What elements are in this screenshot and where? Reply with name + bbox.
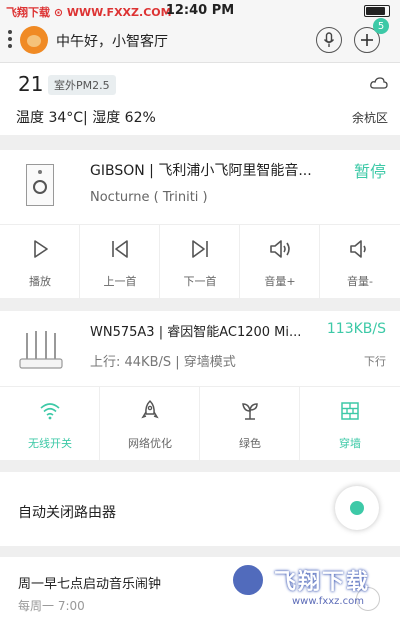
status-bar: 飞翔下载 ⊙ WWW.FXXZ.COM 12:40 PM: [0, 0, 400, 20]
watermark-url: www.fxxz.com: [292, 596, 364, 607]
volume-down-button[interactable]: 音量-: [320, 225, 400, 299]
auto-close-toggle[interactable]: [335, 486, 379, 530]
watermark-text: 飞翔下载: [274, 570, 371, 595]
auto-close-label: 自动关闭路由器: [18, 505, 116, 521]
cloud-icon: [370, 77, 388, 89]
router-download-label: 下行: [364, 355, 386, 368]
speaker-name[interactable]: GIBSON | 飞利浦小飞阿里智能音...: [90, 160, 320, 180]
volume-down-label: 音量-: [347, 275, 373, 288]
greeting-text: 中午好，小智客厅: [56, 34, 168, 50]
wall-icon: [341, 402, 359, 420]
sprout-icon: [242, 403, 258, 420]
wifi-icon: [40, 403, 60, 420]
pm-value: 21: [18, 72, 44, 96]
header: 中午好，小智客厅 5: [0, 18, 400, 63]
battery-icon: [364, 5, 390, 17]
wifi-toggle-label: 无线开关: [28, 437, 72, 450]
weather-detail: 温度 34°C| 湿度 62%: [16, 110, 156, 126]
green-mode-label: 绿色: [239, 437, 261, 450]
speaker-image: [26, 164, 54, 206]
pause-button[interactable]: 暂停: [354, 158, 386, 182]
router-image: [19, 331, 63, 369]
volume-up-icon: [270, 240, 290, 258]
previous-icon: [112, 240, 128, 258]
previous-label: 上一首: [103, 275, 137, 288]
weather-card[interactable]: 21 室外PM2.5 温度 34°C| 湿度 62% 余杭区: [0, 63, 400, 135]
play-button[interactable]: 播放: [0, 225, 80, 299]
watermark-logo-icon: [230, 562, 266, 598]
pm-label: 室外PM2.5: [48, 75, 116, 95]
wall-mode-label: 穿墙: [339, 437, 361, 450]
router-name[interactable]: WN575A3 | 睿因智能AC1200 Mi...: [90, 321, 320, 340]
volume-up-button[interactable]: 音量+: [240, 225, 320, 299]
rocket-icon: [141, 400, 159, 419]
router-upload: 上行: 44KB/S | 穿墙模式: [90, 355, 236, 370]
auto-close-card: 自动关闭路由器: [0, 472, 400, 546]
alarm-schedule: 每周一 7:00: [18, 599, 85, 613]
next-button[interactable]: 下一首: [160, 225, 240, 299]
microphone-icon: [323, 32, 335, 47]
network-optimize-button[interactable]: 网络优化: [100, 387, 200, 461]
router-features: 无线开关 网络优化 绿色 穿墙: [0, 386, 400, 461]
speaker-controls: 播放 上一首 下一首 音量+ 音量-: [0, 224, 400, 299]
router-speed: 113KB/S: [326, 321, 386, 337]
wifi-toggle-button[interactable]: 无线开关: [0, 387, 100, 461]
previous-button[interactable]: 上一首: [80, 225, 160, 299]
alarm-title: 周一早七点启动音乐闹钟: [18, 577, 162, 592]
next-label: 下一首: [183, 275, 217, 288]
wall-mode-button[interactable]: 穿墙: [300, 387, 400, 461]
volume-up-label: 音量+: [264, 275, 296, 288]
play-label: 播放: [29, 275, 51, 288]
plus-icon: [361, 34, 373, 46]
router-card: WN575A3 | 睿因智能AC1200 Mi... 113KB/S 上行: 4…: [0, 311, 400, 461]
next-icon: [192, 240, 208, 258]
track-name: Nocturne ( Triniti ): [90, 190, 208, 205]
notification-badge: 5: [373, 18, 389, 34]
network-optimize-label: 网络优化: [128, 437, 172, 450]
microphone-button[interactable]: [316, 27, 342, 53]
watermark: 飞翔下载 www.fxxz.com: [230, 562, 394, 612]
play-icon: [34, 240, 48, 258]
menu-icon[interactable]: [8, 30, 12, 51]
status-time: 12:40 PM: [165, 3, 235, 18]
green-mode-button[interactable]: 绿色: [200, 387, 300, 461]
speaker-card: GIBSON | 飞利浦小飞阿里智能音... 暂停 Nocturne ( Tri…: [0, 150, 400, 299]
volume-down-icon: [350, 240, 366, 258]
district-label: 余杭区: [351, 111, 388, 125]
avatar[interactable]: [20, 26, 48, 54]
